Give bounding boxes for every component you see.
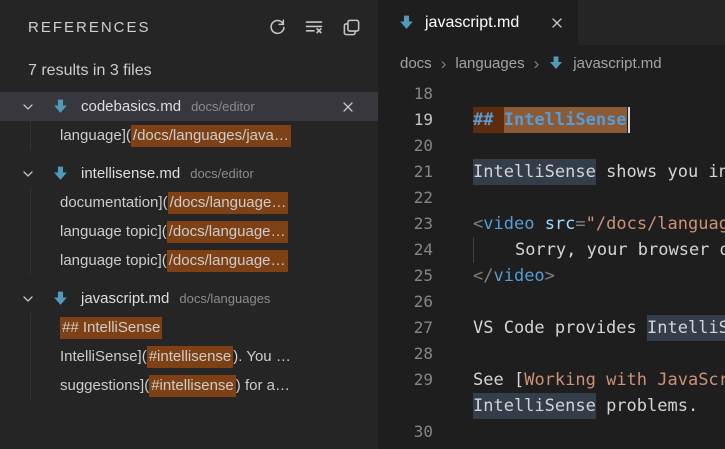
result-item[interactable]: documentation](/docs/language… <box>0 188 378 217</box>
line-content: ## IntelliSense <box>473 107 630 133</box>
result-item[interactable]: language topic](/docs/language… <box>0 246 378 275</box>
code-line-20[interactable]: 20 <box>378 133 725 159</box>
line-number[interactable]: 25 <box>378 263 433 289</box>
dismiss-button[interactable] <box>339 98 356 115</box>
tab-javascript-md[interactable]: javascript.md <box>378 0 578 45</box>
tab-label: javascript.md <box>425 14 519 32</box>
breadcrumb-item-languages[interactable]: languages <box>455 55 524 72</box>
markdown-icon <box>52 98 69 115</box>
clear-all-button[interactable] <box>303 16 325 38</box>
code-line-22[interactable]: 22 <box>378 185 725 211</box>
chevron-down-icon[interactable] <box>20 99 36 115</box>
breadcrumb: docs › languages › javascript.md <box>378 45 725 81</box>
copy-all-button[interactable] <box>340 16 362 38</box>
code-line-18[interactable]: 18 <box>378 81 725 107</box>
result-item[interactable]: language topic](/docs/language… <box>0 217 378 246</box>
references-panel: REFERENCES 7 results in 3 files codebasi… <box>0 0 378 449</box>
line-number[interactable]: 22 <box>378 185 433 211</box>
result-item[interactable]: ## IntelliSense <box>0 313 378 342</box>
panel-actions <box>266 16 362 38</box>
chevron-right-icon: › <box>441 55 447 72</box>
results-summary: 7 results in 3 files <box>28 62 378 80</box>
line-content: Sorry, your browser do <box>473 237 725 263</box>
line-number[interactable]: 19 <box>378 107 433 133</box>
line-number[interactable]: 24 <box>378 237 433 263</box>
file-group-javascript.md[interactable]: javascript.md docs/languages <box>0 284 378 313</box>
line-number[interactable]: 23 <box>378 211 433 237</box>
refresh-button[interactable] <box>266 16 288 38</box>
results-tree: codebasics.md docs/editor language](/docs/… <box>0 92 378 400</box>
tab-bar: javascript.md <box>378 0 725 45</box>
markdown-icon <box>398 14 415 31</box>
file-group-codebasics.md[interactable]: codebasics.md docs/editor <box>0 92 378 121</box>
code-editor[interactable]: 1819 ## IntelliSense 2021 IntelliSense show… <box>378 81 725 449</box>
code-line-wrap[interactable]: IntelliSense problems. <box>378 393 725 419</box>
breadcrumb-item-file[interactable]: javascript.md <box>573 55 661 72</box>
refresh-icon <box>268 18 287 37</box>
line-number[interactable]: 29 <box>378 367 433 393</box>
file-name: intellisense.md <box>81 165 180 182</box>
line-content: VS Code provides IntelliSense <box>473 315 725 341</box>
result-item[interactable]: IntelliSense](#intellisense). You … <box>0 342 378 371</box>
line-number[interactable]: 21 <box>378 159 433 185</box>
code-line-25[interactable]: 25 </video> <box>378 263 725 289</box>
line-content: IntelliSense shows you in <box>473 159 725 185</box>
markdown-icon <box>52 165 69 182</box>
file-path: docs/languages <box>179 291 270 306</box>
code-line-27[interactable]: 27 VS Code provides IntelliSense <box>378 315 725 341</box>
breadcrumb-item-docs[interactable]: docs <box>400 55 432 72</box>
line-number[interactable] <box>378 393 433 419</box>
copy-all-icon <box>342 18 361 37</box>
markdown-icon <box>548 55 564 71</box>
chevron-right-icon: › <box>534 55 540 72</box>
code-line-26[interactable]: 26 <box>378 289 725 315</box>
code-line-21[interactable]: 21 IntelliSense shows you in <box>378 159 725 185</box>
code-line-23[interactable]: 23 <video src="/docs/language <box>378 211 725 237</box>
result-item[interactable]: language](/docs/languages/java… <box>0 121 378 150</box>
file-group-intellisense.md[interactable]: intellisense.md docs/editor <box>0 159 378 188</box>
line-number[interactable]: 27 <box>378 315 433 341</box>
editor-group: javascript.md docs › languages › javascript.… <box>378 0 725 449</box>
line-content: See [Working with JavaScri <box>473 367 725 393</box>
chevron-down-icon[interactable] <box>20 166 36 182</box>
file-path: docs/editor <box>191 99 255 114</box>
file-name: codebasics.md <box>81 98 181 115</box>
markdown-icon <box>52 290 69 307</box>
code-line-30[interactable]: 30 <box>378 419 725 445</box>
line-number[interactable]: 20 <box>378 133 433 159</box>
clear-all-icon <box>304 17 324 37</box>
panel-title: REFERENCES <box>28 19 151 36</box>
line-content: <video src="/docs/language <box>473 211 725 237</box>
file-path: docs/editor <box>190 166 254 181</box>
chevron-down-icon[interactable] <box>20 291 36 307</box>
line-number[interactable]: 18 <box>378 81 433 107</box>
line-number[interactable]: 26 <box>378 289 433 315</box>
code-line-24[interactable]: 24 Sorry, your browser do <box>378 237 725 263</box>
code-line-28[interactable]: 28 <box>378 341 725 367</box>
references-panel-header: REFERENCES <box>0 0 378 40</box>
file-name: javascript.md <box>81 290 169 307</box>
text-caret <box>628 107 630 133</box>
line-number[interactable]: 28 <box>378 341 433 367</box>
code-line-19[interactable]: 19 ## IntelliSense <box>378 107 725 133</box>
line-content: </video> <box>473 263 555 289</box>
close-icon[interactable] <box>548 14 566 32</box>
line-content: IntelliSense problems. <box>473 393 698 419</box>
line-number[interactable]: 30 <box>378 419 433 445</box>
vscode-window: REFERENCES 7 results in 3 files codebasi… <box>0 0 725 449</box>
code-line-29[interactable]: 29 See [Working with JavaScri <box>378 367 725 393</box>
result-item[interactable]: suggestions](#intellisense) for a… <box>0 371 378 400</box>
